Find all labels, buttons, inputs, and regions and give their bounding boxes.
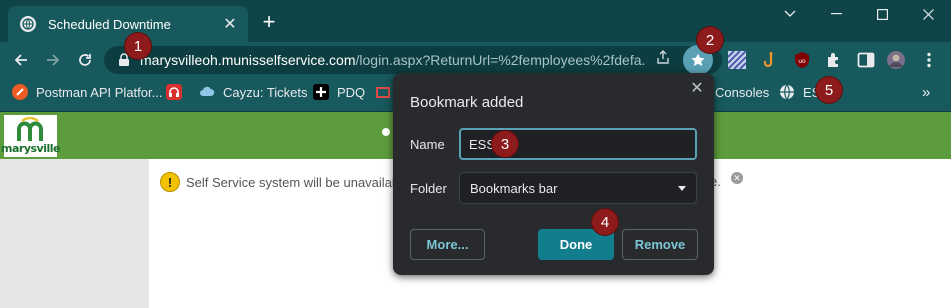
remove-button[interactable]: Remove	[622, 229, 698, 260]
striped-extension-icon[interactable]	[728, 51, 746, 69]
red-window-icon	[376, 87, 390, 98]
maximize-button[interactable]	[859, 0, 905, 28]
globe-favicon-icon	[20, 16, 36, 32]
warning-icon: !	[160, 172, 180, 192]
close-window-button[interactable]	[905, 0, 951, 28]
logo-mark-icon	[17, 117, 43, 141]
logo-text: marysville	[1, 142, 60, 155]
more-button[interactable]: More...	[410, 229, 485, 260]
back-button[interactable]	[9, 48, 33, 72]
postman-icon	[12, 84, 28, 100]
notice-close-icon[interactable]: ✕	[731, 172, 743, 184]
marker-1: 1	[125, 33, 151, 59]
tab-search-chevron-icon[interactable]	[767, 0, 813, 28]
folder-label: Folder	[410, 181, 447, 196]
marysville-logo[interactable]: marysville	[1, 115, 60, 157]
bookmark-label: Postman API Platfor...	[36, 84, 163, 100]
bookmark-label: Consoles	[715, 84, 770, 100]
marker-2: 2	[697, 27, 723, 53]
dialog-close-icon[interactable]: ✕	[689, 81, 705, 97]
marker-5: 5	[816, 77, 842, 103]
left-sidebar	[0, 159, 149, 308]
ublock-shield-icon[interactable]: uo	[793, 51, 811, 69]
extensions-puzzle-icon[interactable]	[825, 51, 843, 69]
bookmark-added-dialog: Bookmark added ✕ Name Folder Bookmarks b…	[393, 73, 714, 275]
bookmark-pdq[interactable]: PDQ	[313, 78, 365, 106]
url-text: marysvilleoh.munisselfservice.com/login.…	[140, 52, 645, 68]
address-bar[interactable]: marysvilleoh.munisselfservice.com/login.…	[104, 46, 722, 74]
share-icon[interactable]	[655, 49, 671, 65]
tab-title: Scheduled Downtime	[48, 16, 171, 32]
pdq-icon	[313, 84, 329, 100]
bookmarks-overflow-chevron-icon[interactable]: »	[922, 78, 930, 106]
hook-extension-icon[interactable]	[761, 51, 779, 69]
tab-close-icon[interactable]: ✕	[222, 16, 238, 33]
url-path: /login.aspx?ReturnUrl=%2femployees%2fdef…	[355, 52, 645, 68]
marker-4: 4	[592, 209, 618, 235]
forward-button[interactable]	[41, 48, 65, 72]
folder-select[interactable]: Bookmarks bar	[459, 172, 697, 204]
reload-button[interactable]	[73, 48, 97, 72]
marker-3: 3	[492, 131, 518, 157]
dialog-title: Bookmark added	[410, 94, 524, 111]
globe-icon	[780, 84, 794, 100]
folder-value: Bookmarks bar	[470, 180, 558, 196]
minimize-button[interactable]	[813, 0, 859, 28]
cloud-icon	[200, 86, 215, 96]
bookmark-label: Cayzu: Tickets	[223, 84, 308, 100]
new-tab-button[interactable]: +	[258, 11, 280, 34]
url-host: marysvilleoh.munisselfservice.com	[140, 52, 356, 68]
star-icon	[691, 53, 705, 66]
bookmark-cayzu[interactable]: Cayzu: Tickets	[199, 78, 308, 106]
profile-avatar[interactable]	[887, 51, 905, 69]
name-label: Name	[410, 137, 445, 152]
bookmark-postman[interactable]: Postman API Platfor...	[12, 78, 162, 106]
header-dot-icon	[382, 128, 390, 136]
more-menu-icon[interactable]	[920, 51, 938, 69]
bookmark-headset[interactable]	[166, 78, 190, 106]
dropdown-caret-icon	[678, 185, 686, 191]
svg-text:uo: uo	[798, 58, 806, 65]
headset-icon	[166, 84, 182, 100]
downtime-notice: ! Self Service system will be unavailabl	[160, 172, 402, 192]
side-panel-icon[interactable]	[857, 51, 875, 69]
bookmark-label: PDQ	[337, 84, 366, 100]
bookmark-consoles[interactable]: Consoles	[715, 78, 769, 106]
notice-text: Self Service system will be unavailabl	[186, 174, 403, 190]
